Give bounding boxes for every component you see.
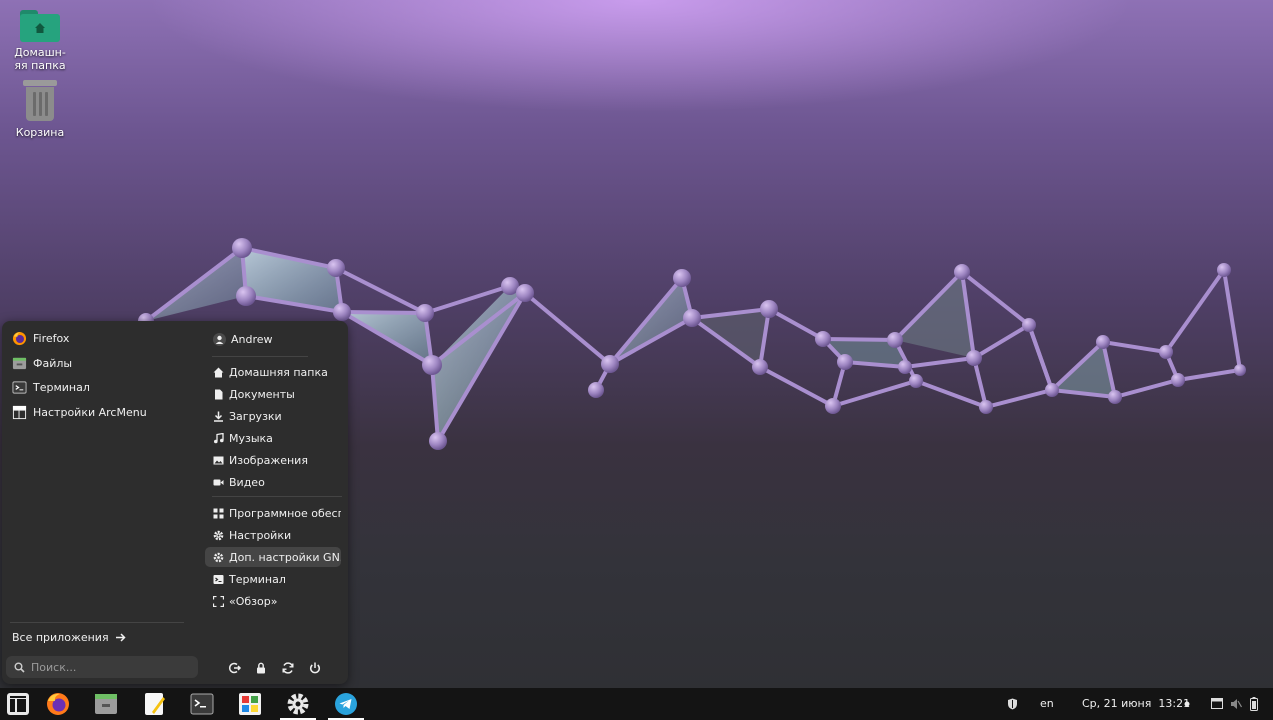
taskbar-settings[interactable]: [280, 688, 316, 720]
place-documents[interactable]: Документы: [205, 384, 341, 404]
place-label: Документы: [229, 387, 295, 401]
clock[interactable]: Ср, 21 июня 13:21: [1082, 697, 1190, 710]
taskbar: en Ср, 21 июня 13:21: [0, 688, 1273, 720]
place-label: Музыка: [229, 431, 273, 445]
shortcut-label: «Обзор»: [229, 594, 278, 608]
user-account-button[interactable]: Andrew: [205, 329, 341, 349]
shortcut-gnome-tweaks[interactable]: Доп. настройки GN...: [205, 547, 341, 567]
divider: [212, 496, 342, 497]
shortcut-label: Настройки: [229, 528, 292, 542]
place-pictures[interactable]: Изображения: [205, 450, 341, 470]
mute-icon[interactable]: [1230, 698, 1242, 710]
taskbar-terminal[interactable]: [184, 688, 220, 720]
taskbar-telegram[interactable]: [328, 688, 364, 720]
desktop-icon-label: Корзина: [15, 126, 65, 139]
divider: [212, 356, 308, 357]
all-apps-label: Все приложения: [12, 631, 109, 644]
pinned-app-label: Файлы: [33, 356, 73, 370]
text-editor-icon: [145, 693, 165, 715]
power-icon[interactable]: [308, 661, 322, 675]
settings-icon: [287, 693, 309, 715]
place-label: Загрузки: [229, 409, 282, 423]
divider: [10, 622, 184, 623]
dot-icon: [1184, 701, 1190, 707]
shortcut-overview[interactable]: «Обзор»: [205, 591, 341, 611]
place-label: Видео: [229, 475, 265, 489]
lock-icon[interactable]: [254, 661, 268, 675]
overview-icon: [213, 595, 224, 607]
place-home[interactable]: Домашняя папка: [205, 362, 341, 382]
shortcut-label: Программное обесп...: [229, 506, 341, 520]
terminal-icon: [12, 380, 27, 394]
software-icon: [239, 693, 261, 715]
pinned-app-label: Терминал: [33, 380, 90, 394]
document-icon: [215, 389, 223, 399]
download-icon: [214, 411, 223, 422]
files-icon: [95, 694, 117, 714]
firefox-icon: [12, 331, 27, 345]
pinned-app-arcmenu-settings[interactable]: Настройки ArcMenu: [12, 402, 147, 422]
image-icon: [213, 456, 224, 464]
all-apps-button[interactable]: Все приложения: [12, 631, 126, 644]
desktop-trash[interactable]: Корзина: [5, 80, 75, 139]
desktop-home-folder[interactable]: Домашн- яя папка: [5, 10, 75, 72]
keyboard-layout-indicator[interactable]: en: [1040, 697, 1054, 710]
taskbar-files[interactable]: [88, 688, 124, 720]
arcmenu-settings-icon: [12, 405, 27, 419]
telegram-icon: [335, 693, 357, 715]
place-videos[interactable]: Видео: [205, 472, 341, 492]
search-icon: [14, 662, 25, 673]
user-name: Andrew: [231, 332, 273, 346]
shortcut-terminal[interactable]: Терминал: [205, 569, 341, 589]
terminal-icon: [213, 574, 224, 584]
shortcut-label: Доп. настройки GN...: [229, 550, 341, 564]
restart-icon[interactable]: [281, 661, 295, 675]
pinned-app-label: Настройки ArcMenu: [33, 405, 147, 419]
files-icon: [12, 357, 27, 369]
pinned-app-files[interactable]: Файлы: [12, 353, 72, 373]
home-folder-icon: [20, 10, 60, 42]
pinned-app-label: Firefox: [33, 331, 70, 345]
window-icon[interactable]: [1211, 698, 1223, 709]
desktop-icon-label: Домашн- яя папка: [14, 46, 66, 72]
taskbar-software[interactable]: [232, 688, 268, 720]
settings-icon: [213, 530, 224, 540]
taskbar-firefox[interactable]: [40, 688, 76, 720]
logout-icon[interactable]: [228, 661, 242, 675]
tweaks-icon: [213, 552, 224, 562]
taskbar-arcmenu-button[interactable]: [0, 688, 36, 720]
home-icon: [213, 367, 224, 377]
battery-icon[interactable]: [1250, 697, 1258, 711]
search-input[interactable]: [31, 660, 181, 674]
video-icon: [213, 479, 224, 485]
shield-icon[interactable]: [1007, 698, 1018, 710]
firefox-icon: [47, 693, 69, 715]
shortcut-software[interactable]: Программное обесп...: [205, 503, 341, 523]
search-field[interactable]: [6, 656, 198, 678]
taskbar-text-editor[interactable]: [137, 688, 173, 720]
software-icon: [213, 508, 224, 518]
terminal-icon: [190, 693, 214, 715]
pinned-app-terminal[interactable]: Терминал: [12, 377, 90, 397]
trash-icon: [23, 80, 57, 122]
place-downloads[interactable]: Загрузки: [205, 406, 341, 426]
arrow-right-icon: [115, 633, 126, 642]
place-label: Изображения: [229, 453, 308, 467]
user-icon: [213, 332, 226, 346]
music-icon: [214, 432, 224, 443]
place-label: Домашняя папка: [229, 365, 328, 379]
shortcut-label: Терминал: [229, 572, 286, 586]
place-music[interactable]: Музыка: [205, 428, 341, 448]
shortcut-settings[interactable]: Настройки: [205, 525, 341, 545]
arcmenu-icon: [7, 693, 29, 715]
pinned-app-firefox[interactable]: Firefox: [12, 328, 69, 348]
